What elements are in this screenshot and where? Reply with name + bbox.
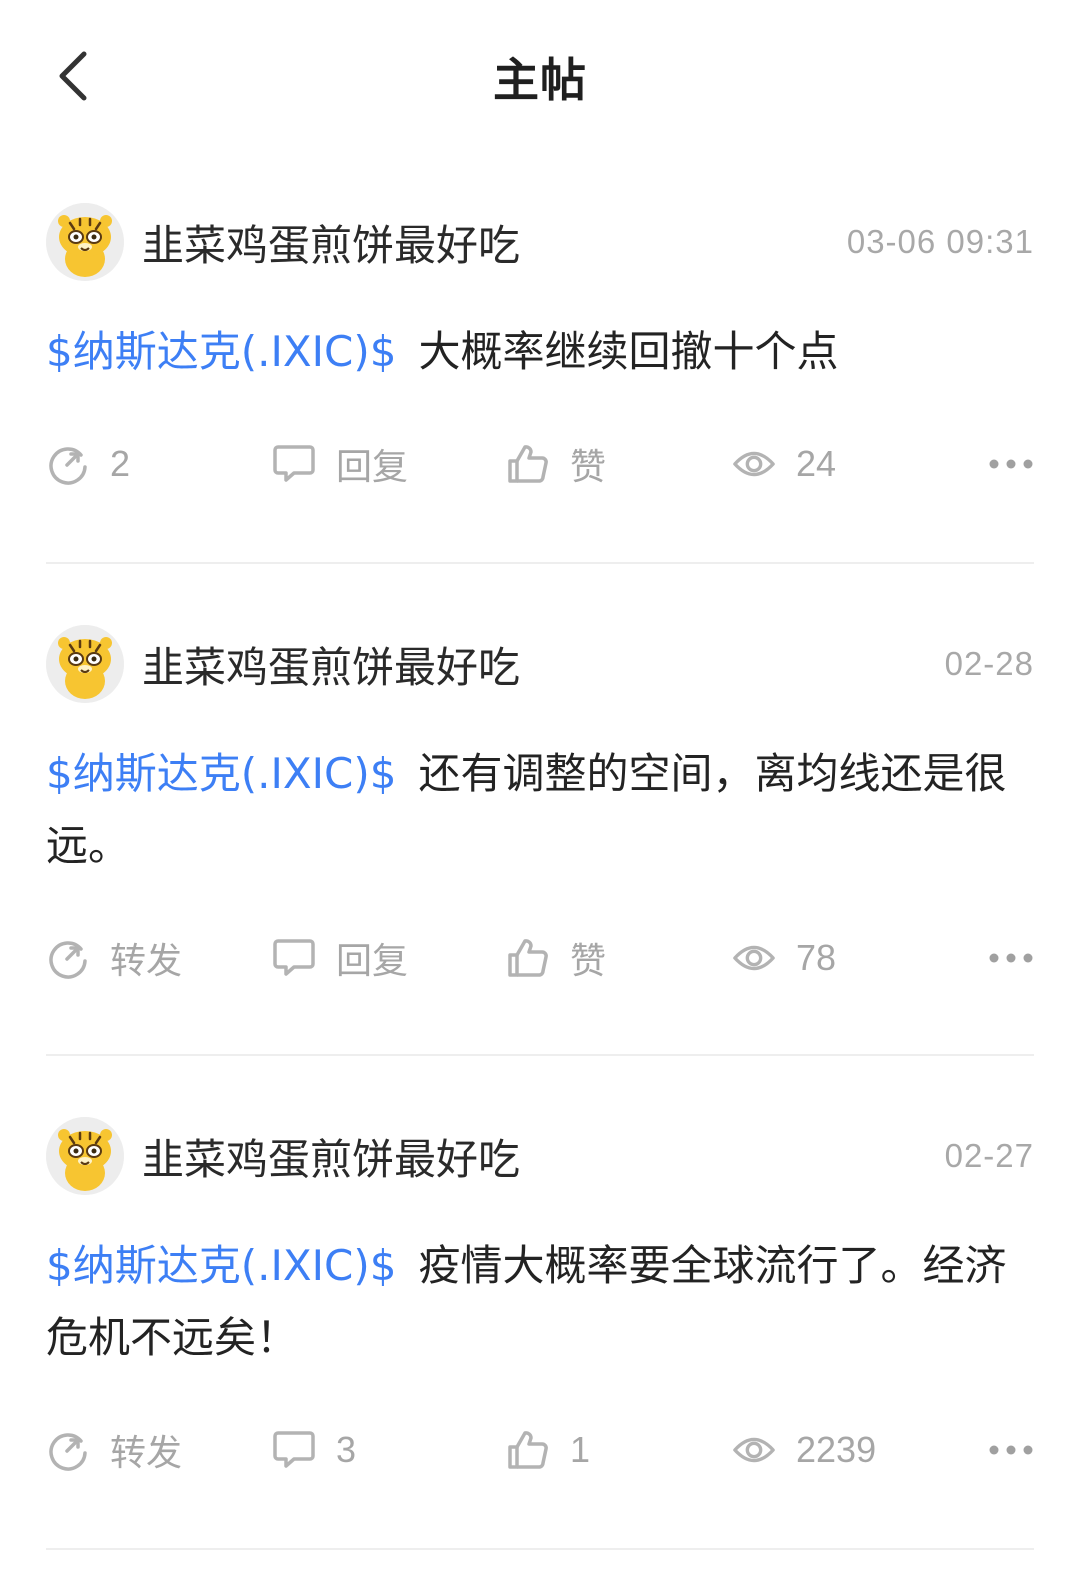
views-indicator: 24	[732, 434, 836, 494]
avatar[interactable]	[46, 625, 124, 703]
post-content: $纳斯达克(.IXIC)$ 还有调整的空间，离均线还是很远。	[46, 738, 1034, 882]
post-time: 02-28	[944, 645, 1034, 682]
more-dots-icon	[988, 949, 1034, 968]
post-header: 韭菜鸡蛋煎饼最好吃 03-06 09:31	[46, 202, 1034, 282]
more-dots-icon	[988, 455, 1034, 474]
avatar[interactable]	[46, 203, 124, 281]
post-item[interactable]: 韭菜鸡蛋煎饼最好吃 03-06 09:31 $纳斯达克(.IXIC)$ 大概率继续…	[46, 150, 1034, 564]
post-time: 03-06 09:31	[846, 223, 1034, 260]
share-label: 转发	[110, 1432, 183, 1473]
post-actions: 转发 3 1 2239	[46, 1420, 1034, 1480]
like-button[interactable]: 赞	[506, 928, 606, 988]
more-button[interactable]	[988, 928, 1034, 988]
share-count: 2	[110, 443, 131, 484]
post-header: 韭菜鸡蛋煎饼最好吃 02-27	[46, 1116, 1034, 1196]
reply-button[interactable]: 回复	[272, 928, 408, 988]
thumbs-up-icon	[506, 442, 550, 486]
post-content: $纳斯达克(.IXIC)$ 大概率继续回撤十个点	[46, 316, 1034, 388]
post-actions: 2 回复 赞 24	[46, 434, 1034, 494]
comment-icon	[272, 936, 316, 980]
author-name[interactable]: 韭菜鸡蛋煎饼最好吃	[142, 212, 847, 273]
tiger-avatar-icon	[46, 625, 124, 703]
more-button[interactable]	[988, 434, 1034, 494]
share-arrow-icon	[46, 936, 90, 980]
like-label: 赞	[570, 446, 607, 487]
share-button[interactable]: 2	[46, 434, 130, 494]
like-label: 赞	[570, 940, 607, 981]
reply-button[interactable]: 3	[272, 1420, 356, 1480]
tiger-avatar-icon	[46, 1117, 124, 1195]
top-bar: 主帖	[0, 0, 1080, 150]
post-item[interactable]: 韭菜鸡蛋煎饼最好吃 02-28 $纳斯达克(.IXIC)$ 还有调整的空间，离均线…	[46, 564, 1034, 1056]
post-item[interactable]: 韭菜鸡蛋煎饼最好吃 02-27 $纳斯达克(.IXIC)$ 疫情大概率要全球流行了…	[46, 1056, 1034, 1550]
comment-icon	[272, 1428, 316, 1472]
thumbs-up-icon	[506, 1428, 550, 1472]
reply-button[interactable]: 回复	[272, 434, 408, 494]
comment-icon	[272, 442, 316, 486]
eye-icon	[732, 442, 776, 486]
views-indicator: 2239	[732, 1420, 876, 1480]
stock-ticker-link[interactable]: $纳斯达克(.IXIC)$	[46, 1241, 396, 1290]
views-count: 24	[796, 443, 837, 484]
reply-count: 3	[336, 1429, 357, 1470]
page-title: 主帖	[493, 53, 587, 107]
more-dots-icon	[988, 1441, 1034, 1460]
share-button[interactable]: 转发	[46, 1420, 182, 1480]
share-button[interactable]: 转发	[46, 928, 182, 988]
stock-ticker-link[interactable]: $纳斯达克(.IXIC)$	[46, 749, 396, 798]
author-name[interactable]: 韭菜鸡蛋煎饼最好吃	[142, 1126, 945, 1187]
post-text: 大概率继续回撤十个点	[418, 327, 839, 376]
post-content: $纳斯达克(.IXIC)$ 疫情大概率要全球流行了。经济危机不远矣！	[46, 1230, 1034, 1374]
like-count: 1	[570, 1429, 591, 1470]
tiger-avatar-icon	[46, 203, 124, 281]
reply-label: 回复	[336, 940, 409, 981]
post-time: 02-27	[944, 1137, 1034, 1174]
author-name[interactable]: 韭菜鸡蛋煎饼最好吃	[142, 634, 945, 695]
reply-label: 回复	[336, 446, 409, 487]
stock-ticker-link[interactable]: $纳斯达克(.IXIC)$	[46, 327, 396, 376]
share-label: 转发	[110, 940, 183, 981]
views-count: 2239	[796, 1429, 877, 1470]
eye-icon	[732, 936, 776, 980]
like-button[interactable]: 赞	[506, 434, 606, 494]
avatar[interactable]	[46, 1117, 124, 1195]
post-header: 韭菜鸡蛋煎饼最好吃 02-28	[46, 624, 1034, 704]
post-feed: 韭菜鸡蛋煎饼最好吃 03-06 09:31 $纳斯达克(.IXIC)$ 大概率继续…	[0, 150, 1080, 1550]
views-indicator: 78	[732, 928, 836, 988]
share-arrow-icon	[46, 442, 90, 486]
post-actions: 转发 回复 赞 78	[46, 928, 1034, 988]
eye-icon	[732, 1428, 776, 1472]
thumbs-up-icon	[506, 936, 550, 980]
more-button[interactable]	[988, 1420, 1034, 1480]
views-count: 78	[796, 937, 837, 978]
like-button[interactable]: 1	[506, 1420, 590, 1480]
share-arrow-icon	[46, 1428, 90, 1472]
